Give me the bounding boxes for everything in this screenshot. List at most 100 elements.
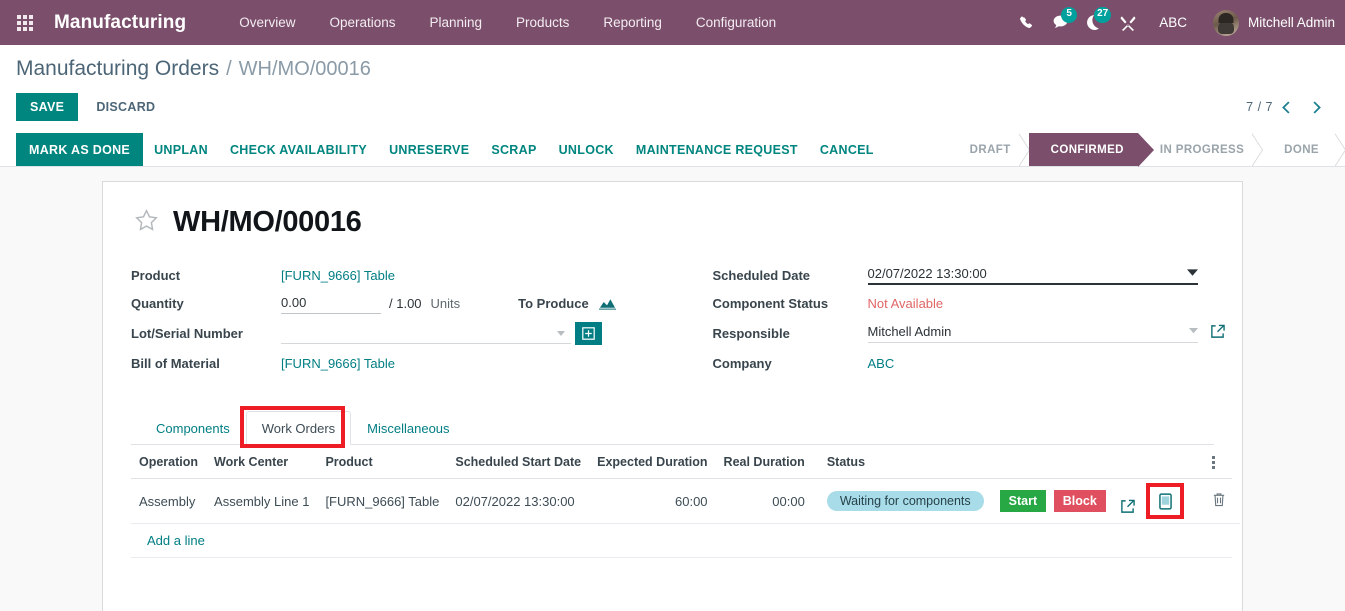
chevron-down-icon[interactable] <box>557 330 565 336</box>
block-button[interactable]: Block <box>1053 490 1106 512</box>
add-a-line-button[interactable]: Add a line <box>139 524 213 557</box>
breadcrumb-separator: / <box>226 58 232 80</box>
cell-product[interactable]: [FURN_9666] Table <box>317 478 448 524</box>
column-operation[interactable]: Operation <box>131 445 207 479</box>
company-value[interactable]: ABC <box>868 356 895 371</box>
vertical-dots-icon[interactable] <box>1194 455 1232 469</box>
tools-icon[interactable] <box>1111 0 1145 45</box>
column-expected-duration[interactable]: Expected Duration <box>589 445 716 479</box>
action-scrap[interactable]: SCRAP <box>480 133 547 166</box>
breadcrumb-root[interactable]: Manufacturing Orders <box>16 57 219 81</box>
action-maintenance-request[interactable]: MAINTENANCE REQUEST <box>625 133 809 166</box>
field-lot-serial: Lot/Serial Number <box>131 317 673 349</box>
cell-status: Waiting for components <box>812 478 992 524</box>
cell-operation[interactable]: Assembly <box>131 478 207 524</box>
component-status-label: Component Status <box>712 295 829 311</box>
column-buttons <box>991 445 1114 479</box>
start-button[interactable]: Start <box>999 490 1047 512</box>
trash-icon[interactable] <box>1212 492 1226 507</box>
avatar <box>1212 9 1239 36</box>
caret-down-icon[interactable] <box>1186 269 1198 277</box>
tab-miscellaneous[interactable]: Miscellaneous <box>351 411 465 445</box>
phone-icon[interactable] <box>1009 0 1043 45</box>
bom-label: Bill of Material <box>131 355 220 371</box>
stage-confirmed[interactable]: CONFIRMED <box>1028 133 1155 167</box>
quantity-input[interactable] <box>281 292 381 314</box>
column-real-duration[interactable]: Real Duration <box>715 445 813 479</box>
lot-serial-input[interactable] <box>281 322 571 344</box>
product-value[interactable]: [FURN_9666] Table <box>281 268 395 283</box>
stage-in-progress[interactable]: IN PROGRESS <box>1137 133 1263 166</box>
column-options <box>1186 445 1233 479</box>
quantity-total: / 1.00 <box>389 295 422 311</box>
tab-components[interactable]: Components <box>140 411 246 445</box>
stage-draft[interactable]: DRAFT <box>943 133 1029 166</box>
scheduled-date-value: 02/07/2022 13:30:00 <box>867 265 987 281</box>
pager: 7 / 7 <box>1246 95 1329 119</box>
activity-clock-icon[interactable]: 27 <box>1077 0 1112 45</box>
work-orders-table: Operation Work Center Product Scheduled … <box>131 445 1241 611</box>
table-spacer-row <box>131 558 1240 611</box>
tab-work-orders[interactable]: Work Orders <box>245 411 352 445</box>
responsible-label: Responsible <box>712 325 790 341</box>
cell-scheduled-start-date[interactable]: 02/07/2022 13:30:00 <box>447 478 590 524</box>
field-company: Company ABC <box>713 349 1215 377</box>
navbar-right-tools: 5 27 ABC Mitchell Admin <box>1009 0 1345 45</box>
form-column-left: Product [FURN_9666] Table Quantity / 1.0… <box>131 261 673 377</box>
cell-row-buttons: Start Block <box>991 478 1114 524</box>
bom-value[interactable]: [FURN_9666] Table <box>281 356 395 371</box>
field-component-status: Component Status Not Available <box>713 289 1215 317</box>
menu-products[interactable]: Products <box>499 0 586 45</box>
cell-work-center[interactable]: Assembly Line 1 <box>206 478 318 524</box>
form-fields: Product [FURN_9666] Table Quantity / 1.0… <box>131 261 1225 377</box>
menu-overview[interactable]: Overview <box>222 0 312 45</box>
field-product: Product [FURN_9666] Table <box>131 261 673 289</box>
column-status[interactable]: Status <box>812 445 992 479</box>
column-work-center[interactable]: Work Center <box>206 445 318 479</box>
responsible-input[interactable]: Mitchell Admin <box>867 323 1198 343</box>
form-background: WH/MO/00016 Product [FURN_9666] Table Qu… <box>0 167 1345 611</box>
apps-grid-icon[interactable] <box>8 0 42 45</box>
menu-configuration[interactable]: Configuration <box>679 0 793 45</box>
stage-done[interactable]: DONE <box>1262 133 1345 166</box>
menu-planning[interactable]: Planning <box>413 0 500 45</box>
add-box-icon[interactable] <box>575 321 602 345</box>
company-label: Company <box>712 355 772 371</box>
user-name: Mitchell Admin <box>1247 15 1335 30</box>
action-cancel[interactable]: CANCEL <box>809 133 885 166</box>
open-record-icon[interactable] <box>1120 499 1135 514</box>
scheduled-date-input[interactable]: 02/07/2022 13:30:00 <box>867 265 1198 285</box>
record-toolbar: SAVE DISCARD 7 / 7 <box>16 83 1329 133</box>
star-outline-icon[interactable] <box>134 208 159 238</box>
to-produce-label: To Produce <box>518 295 589 311</box>
column-product[interactable]: Product <box>317 445 448 479</box>
action-mark-as-done[interactable]: MARK AS DONE <box>16 133 144 166</box>
chevron-down-icon[interactable] <box>1188 328 1198 334</box>
chat-icon[interactable]: 5 <box>1043 0 1078 45</box>
chevron-right-icon[interactable] <box>1301 95 1329 119</box>
form-column-right: Scheduled Date 02/07/2022 13:30:00 Compo… <box>673 261 1225 377</box>
responsible-value: Mitchell Admin <box>867 323 952 339</box>
column-delete <box>1113 445 1187 479</box>
table-row[interactable]: Assembly Assembly Line 1 [FURN_9666] Tab… <box>131 478 1241 524</box>
app-brand-title[interactable]: Manufacturing <box>54 12 186 34</box>
chevron-left-icon[interactable] <box>1273 95 1301 119</box>
menu-reporting[interactable]: Reporting <box>586 0 679 45</box>
tablet-device-icon[interactable] <box>1146 483 1185 519</box>
company-switcher[interactable]: ABC <box>1145 0 1201 45</box>
action-check-availability[interactable]: CHECK AVAILABILITY <box>219 133 378 166</box>
external-link-icon[interactable] <box>1210 324 1225 342</box>
product-label: Product <box>131 267 181 283</box>
save-button[interactable]: SAVE <box>16 93 79 121</box>
cell-real-duration[interactable]: 00:00 <box>715 478 813 524</box>
menu-operations[interactable]: Operations <box>312 0 412 45</box>
action-unlock[interactable]: UNLOCK <box>548 133 625 166</box>
cell-expected-duration[interactable]: 60:00 <box>589 478 716 524</box>
area-chart-icon[interactable] <box>598 296 616 310</box>
user-menu[interactable]: Mitchell Admin <box>1201 0 1345 45</box>
action-unplan[interactable]: UNPLAN <box>143 133 219 166</box>
quantity-uom: Units <box>430 295 461 311</box>
discard-button[interactable]: DISCARD <box>82 93 169 121</box>
action-unreserve[interactable]: UNRESERVE <box>378 133 480 166</box>
column-scheduled-start-date[interactable]: Scheduled Start Date <box>447 445 590 479</box>
